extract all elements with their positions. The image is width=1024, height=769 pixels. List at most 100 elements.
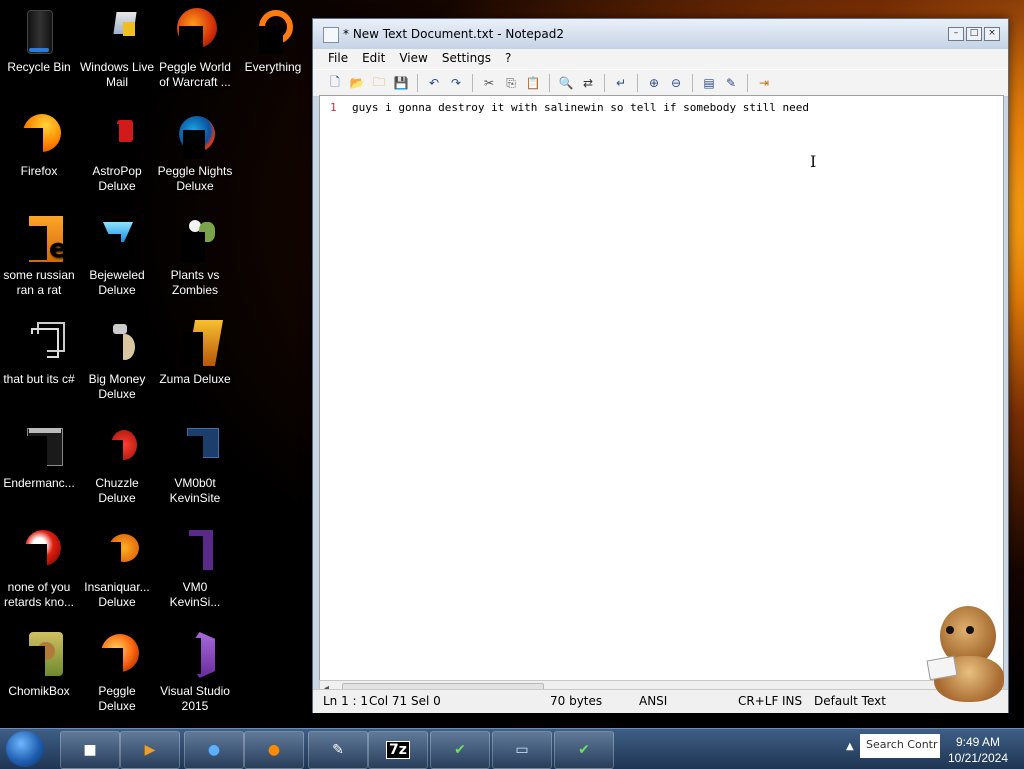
desktop-icon-none-of-you[interactable]: none of you retards kno... [0,528,78,610]
hamster-mascot [926,600,1010,708]
taskbar-app-globe[interactable]: ● [184,731,244,769]
system-tray: ▲ Search Contr 9:49 AM 10/21/2024 [840,731,1024,767]
desktop-icon-visual-studio[interactable]: Visual Studio 2015 [156,632,234,714]
desktop-icon-astropop[interactable]: AstroPop Deluxe [78,112,156,194]
taskbar-app-check-1[interactable]: ✔ [430,731,490,769]
clock[interactable]: 9:49 AM 10/21/2024 [938,734,1018,766]
browse-icon[interactable]: 🗀 [369,73,389,93]
purple-file-icon [171,528,219,576]
copy-icon[interactable]: ⎘ [501,73,521,93]
status-line-ending[interactable]: CR+LF [738,694,778,708]
desktop-icon-peggle-deluxe[interactable]: Peggle Deluxe [78,632,156,714]
undo-icon[interactable]: ↶ [424,73,444,93]
taskbar-app-console[interactable]: ■ [60,731,120,769]
firefox-icon [15,112,63,160]
status-scheme[interactable]: Default Text [814,694,886,708]
clock-time: 9:49 AM [955,735,1001,749]
taskbar-app-check-2[interactable]: ✔ [554,731,614,769]
status-encoding[interactable]: ANSI [639,694,667,708]
cut-icon[interactable]: ✂ [479,73,499,93]
toolbar-separator [472,74,473,92]
menu-file[interactable]: File [321,49,355,69]
tray-expand-icon[interactable]: ▲ [846,741,854,752]
text-editor[interactable]: 1 guys i gonna destroy it with salinewin… [319,95,1004,681]
desktop-icon-everything[interactable]: Everything [234,8,312,75]
7zip-icon: 7z [386,741,410,759]
menu-settings[interactable]: Settings [435,49,498,69]
peggle-deluxe-icon [93,632,141,680]
word-wrap-icon[interactable]: ↵ [611,73,631,93]
chomikbox-icon [15,632,63,680]
red-circle-icon [15,528,63,576]
vm-window-icon [171,424,219,472]
windows-live-mail-icon [93,8,141,56]
line-number-gutter [320,96,342,680]
desktop-icon-peggle-wow[interactable]: Peggle World of Warcraft ... [156,8,234,90]
editor-line-text[interactable]: guys i gonna destroy it with salinewin s… [352,101,816,114]
menu-help[interactable]: ? [498,49,518,69]
toolbar-separator [417,74,418,92]
desktop-icon-big-money[interactable]: Big Money Deluxe [78,320,156,402]
line-number: 1 [330,101,337,114]
desktop-icon-insaniquarium[interactable]: Insaniquar... Deluxe [78,528,156,610]
toolbar-separator [692,74,693,92]
desktop-icon-that-but-its-csharp[interactable]: that but its c# [0,320,78,387]
desktop-icon-endermanc[interactable]: Endermanc... [0,424,78,491]
console-window-icon [15,424,63,472]
close-button[interactable]: × [984,27,1000,41]
zoom-out-icon[interactable]: ⊖ [666,73,686,93]
title-bar[interactable]: * New Text Document.txt - Notepad2 – □ × [313,19,1008,49]
window-title: * New Text Document.txt - Notepad2 [343,27,564,41]
desktop-icon-zuma[interactable]: Zuma Deluxe [156,320,234,387]
status-insert-mode[interactable]: INS [782,694,802,708]
status-size: 70 bytes [550,694,603,708]
desktop-icon-peggle-nights[interactable]: Peggle Nights Deluxe [156,112,234,194]
everything-icon [249,8,297,56]
desktop-icon-plants-vs-zombies[interactable]: Plants vs Zombies [156,216,234,298]
zoom-in-icon[interactable]: ⊕ [644,73,664,93]
peggle-wow-icon [171,8,219,56]
start-button[interactable] [6,731,44,767]
desktop-icon-recycle-bin[interactable]: Recycle Bin [0,8,78,75]
desktop-icon-bejeweled[interactable]: Bejeweled Deluxe [78,216,156,298]
menu-edit[interactable]: Edit [355,49,392,69]
desktop-icon-chuzzle[interactable]: Chuzzle Deluxe [78,424,156,506]
toolbar-separator [604,74,605,92]
toolbar: 🗋 📂 🗀 💾 ↶ ↷ ✂ ⎘ 📋 🔍 ⇄ ↵ ⊕ ⊖ ▤ ✎ ⇥ [313,69,1008,97]
find-icon[interactable]: 🔍 [556,73,576,93]
status-bar: Ln 1 : 1 Col 71 Sel 0 70 bytes ANSI CR+L… [313,689,1008,713]
customize-scheme-icon[interactable]: ✎ [721,73,741,93]
taskbar-app-firefox[interactable]: ● [244,731,304,769]
peggle-nights-icon [171,112,219,160]
checkmark-icon: ✔ [454,742,466,758]
desktop-icon-chomikbox[interactable]: ChomikBox [0,632,78,699]
taskbar-app-tool[interactable]: ✎ [308,731,368,769]
menu-view[interactable]: View [392,49,434,69]
scheme-icon[interactable]: ▤ [699,73,719,93]
paste-icon[interactable]: 📋 [523,73,543,93]
search-control-panel-input[interactable]: Search Contr [860,734,940,758]
new-file-icon[interactable]: 🗋 [325,73,345,93]
firefox-icon: ● [267,742,281,758]
open-folder-icon[interactable]: 📂 [347,73,367,93]
exit-icon[interactable]: ⇥ [754,73,774,93]
redo-icon[interactable]: ↷ [446,73,466,93]
taskbar-app-media[interactable]: ▶ [120,731,180,769]
visual-studio-icon [171,632,219,680]
save-icon[interactable]: 💾 [391,73,411,93]
desktop-icon-firefox[interactable]: Firefox [0,112,78,179]
desktop-icon-windows-live-mail[interactable]: Windows Live Mail [78,8,156,90]
replace-icon[interactable]: ⇄ [578,73,598,93]
taskbar-app-7zip[interactable]: 7z [368,731,428,769]
minimize-button[interactable]: – [948,27,964,41]
desktop-icon-vm0b0t-kevinsite[interactable]: VM0b0t KevinSite [156,424,234,506]
notepad2-window[interactable]: * New Text Document.txt - Notepad2 – □ ×… [312,18,1009,713]
desktop-icon-vm0-kevinsi[interactable]: VM0 KevinSi... [156,528,234,610]
desktop-icon-russian-rat[interactable]: e some russian ran a rat [0,216,78,298]
maximize-button[interactable]: □ [966,27,982,41]
taskbar-app-notepad[interactable]: ▭ [492,731,552,769]
status-selection: Sel 0 [411,694,441,708]
tool-icon: ✎ [332,742,344,758]
big-money-icon [93,320,141,368]
shortcut-window-icon [15,320,65,368]
